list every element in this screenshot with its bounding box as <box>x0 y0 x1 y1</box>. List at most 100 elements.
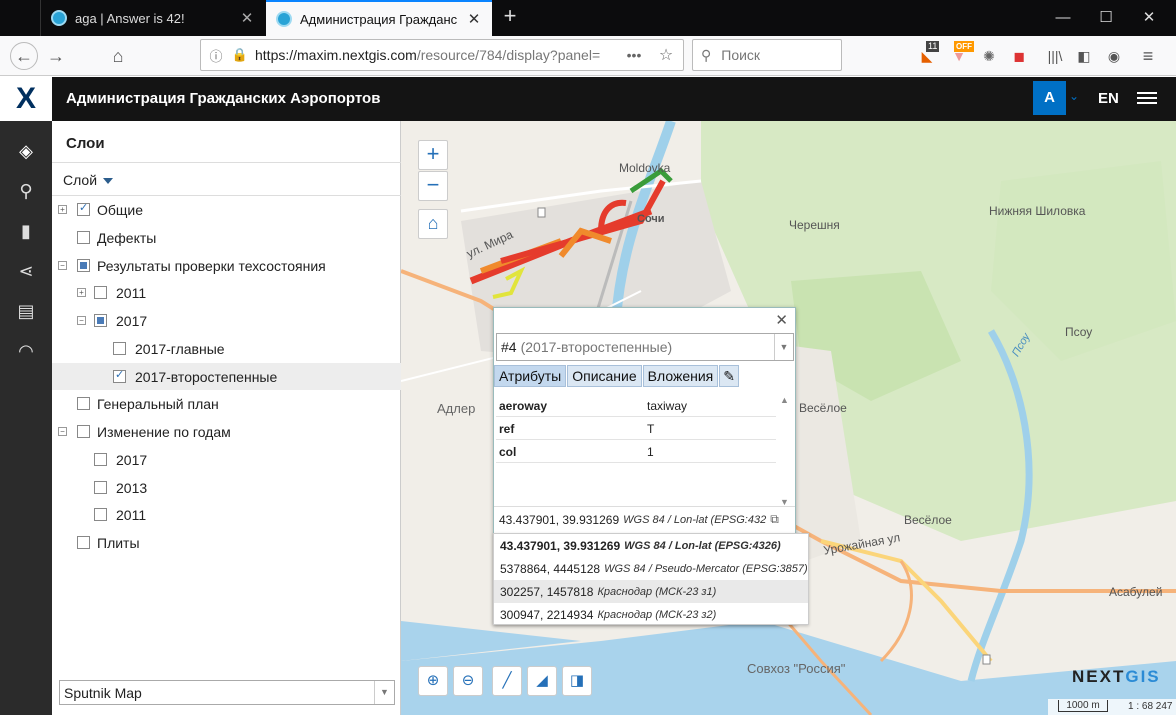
close-window-button[interactable]: ✕ <box>1134 8 1164 28</box>
bookmark-icon[interactable]: ▮ <box>13 218 39 244</box>
close-tab-icon[interactable]: ✕ <box>466 10 482 28</box>
avatar[interactable]: A <box>1033 81 1066 115</box>
measure-area-button[interactable]: ◢ <box>527 666 557 696</box>
more-icon[interactable]: ••• <box>621 47 647 63</box>
bookmark-star-icon[interactable]: ☆ <box>653 45 679 65</box>
expand-icon[interactable]: + <box>58 205 67 214</box>
basemap-select[interactable]: Sputnik Map ▼ <box>59 680 395 705</box>
extension-icon-1[interactable]: ◣ 11 <box>916 41 940 67</box>
layer-checkbox[interactable] <box>94 452 107 466</box>
layer-checkbox[interactable] <box>77 258 90 272</box>
layer-tree-item[interactable]: Дефекты <box>52 224 401 251</box>
layer-tree-item[interactable]: 2017-главные <box>52 335 401 362</box>
logo-text: GIS <box>1125 667 1161 686</box>
layer-checkbox[interactable] <box>94 286 107 300</box>
wifi-icon[interactable]: ◠ <box>13 338 39 364</box>
layer-tree-item[interactable]: 2017 <box>52 446 401 473</box>
edit-icon[interactable]: ✎ <box>719 365 739 387</box>
search-icon[interactable]: ⚲ <box>13 178 39 204</box>
url-bar[interactable]: ⓘ 🔒 https://maxim.nextgis.com/resource/7… <box>200 39 684 71</box>
layer-label: 2017 <box>116 451 148 468</box>
lock-icon[interactable]: 🔒 <box>231 47 249 63</box>
zoom-in-button[interactable]: + <box>418 140 448 170</box>
layer-checkbox[interactable] <box>113 341 126 355</box>
layer-tree-item[interactable]: Плиты <box>52 529 401 556</box>
close-tab-icon[interactable]: ✕ <box>239 9 255 27</box>
tab-attachments[interactable]: Вложения <box>642 365 719 387</box>
map-label: Асабулей <box>1109 585 1163 599</box>
hamburger-menu-icon[interactable] <box>1137 89 1157 109</box>
layer-checkbox[interactable] <box>113 368 126 383</box>
layer-tree-item[interactable]: − Изменение по годам <box>52 418 401 445</box>
layer-tree-item[interactable]: 2017-второстепенные <box>52 362 401 390</box>
collapse-icon[interactable]: − <box>58 260 67 270</box>
layer-tree-item[interactable]: + Общие <box>52 196 401 223</box>
feature-select[interactable]: #4 (2017-второстепенные) ▼ <box>496 333 794 361</box>
list-item[interactable]: 5378864, 4445128 WGS 84 / Pseudo-Mercator… <box>494 557 808 580</box>
map-label: Moldovka <box>619 161 671 175</box>
home-extent-button[interactable]: ⌂ <box>418 209 448 239</box>
extension-icon-3[interactable]: ◼ <box>1008 45 1030 67</box>
language-switch[interactable]: EN <box>1098 90 1119 107</box>
minimize-button[interactable]: — <box>1048 8 1078 28</box>
back-button[interactable]: ← <box>10 42 38 70</box>
extension-icon-2[interactable]: ▼ OFF <box>948 41 974 67</box>
account-icon[interactable]: ◉ <box>1103 45 1125 67</box>
measure-distance-button[interactable]: ╱ <box>492 666 522 696</box>
identify-button[interactable]: ◨ <box>562 666 592 696</box>
map-label: Совхоз "Россия" <box>747 661 846 676</box>
table-row: aeroway taxiway <box>496 395 776 417</box>
chevron-down-icon[interactable]: ⌄ <box>1069 89 1079 103</box>
popup-scrollbar[interactable]: ▲ ▼ <box>780 395 792 507</box>
layer-checkbox[interactable] <box>77 230 90 244</box>
list-item[interactable]: 302257, 1457818 Краснодар (МСК-23 з1) <box>494 580 808 603</box>
browser-tab-2[interactable]: Администрация Гражданских ✕ <box>266 0 492 36</box>
layer-tree-item[interactable]: Генеральный план <box>52 390 401 417</box>
layer-checkbox[interactable] <box>77 397 90 411</box>
layer-checkbox[interactable] <box>94 508 107 522</box>
copy-icon[interactable]: ⧉ <box>770 512 779 527</box>
search-input[interactable]: ⚲ Поиск <box>692 39 842 71</box>
layer-checkbox[interactable] <box>77 201 90 216</box>
print-icon[interactable]: ▤ <box>13 298 39 324</box>
close-icon[interactable]: ✕ <box>775 311 788 329</box>
layer-checkbox[interactable] <box>94 480 107 494</box>
list-item[interactable]: 300947, 2214934 Краснодар (МСК-23 з2) <box>494 603 808 626</box>
nextgis-logo[interactable]: X <box>0 77 52 121</box>
layer-dropdown[interactable]: Слой <box>63 172 114 188</box>
info-icon[interactable]: ⓘ <box>207 46 225 65</box>
scale-ratio: 1 : 68 247 <box>1128 701 1173 712</box>
share-icon[interactable]: ⋖ <box>13 258 39 284</box>
layer-tree-item[interactable]: 2011 <box>52 501 401 528</box>
coordinate-display[interactable]: 43.437901, 39.931269 WGS 84 / Lon-lat (E… <box>494 506 795 532</box>
expand-icon[interactable]: + <box>77 288 86 298</box>
collapse-icon[interactable]: − <box>58 427 67 436</box>
layers-icon[interactable]: ◈ <box>13 138 39 164</box>
layer-tree-item[interactable]: − 2017 <box>52 307 401 334</box>
zoom-out-button[interactable]: − <box>418 171 448 201</box>
menu-icon[interactable]: ≡ <box>1137 45 1159 67</box>
layer-checkbox[interactable] <box>94 314 107 327</box>
layer-tree-item[interactable]: − Результаты проверки техсостояния <box>52 252 401 279</box>
layer-tree-item[interactable]: 2013 <box>52 474 401 501</box>
layer-tree-item[interactable]: +2011 <box>52 279 401 306</box>
layer-label: 2017-главные <box>135 340 225 357</box>
library-icon[interactable]: |||\ <box>1044 45 1066 67</box>
layer-checkbox[interactable] <box>77 425 90 438</box>
browser-tab-1[interactable]: aga | Answer is 42! ✕ <box>40 0 265 36</box>
maximize-button[interactable]: ☐ <box>1091 8 1121 28</box>
new-tab-button[interactable]: + <box>497 4 523 30</box>
zoom-out-tool-button[interactable]: ⊖ <box>453 666 483 696</box>
layer-label: Генеральный план <box>97 396 219 413</box>
layer-checkbox[interactable] <box>77 536 90 549</box>
table-row: ref T <box>496 418 776 440</box>
tab-attributes[interactable]: Атрибуты <box>494 365 567 387</box>
sidebar-icon[interactable]: ◧ <box>1073 45 1095 67</box>
collapse-icon[interactable]: − <box>77 316 86 325</box>
tab-description[interactable]: Описание <box>567 365 642 387</box>
forward-button[interactable]: → <box>44 44 68 68</box>
home-icon[interactable]: ⌂ <box>106 44 130 68</box>
list-item[interactable]: 43.437901, 39.931269 WGS 84 / Lon-lat (EP… <box>494 534 808 557</box>
zoom-in-tool-button[interactable]: ⊕ <box>418 666 448 696</box>
gear-icon[interactable]: ✺ <box>978 45 1000 67</box>
